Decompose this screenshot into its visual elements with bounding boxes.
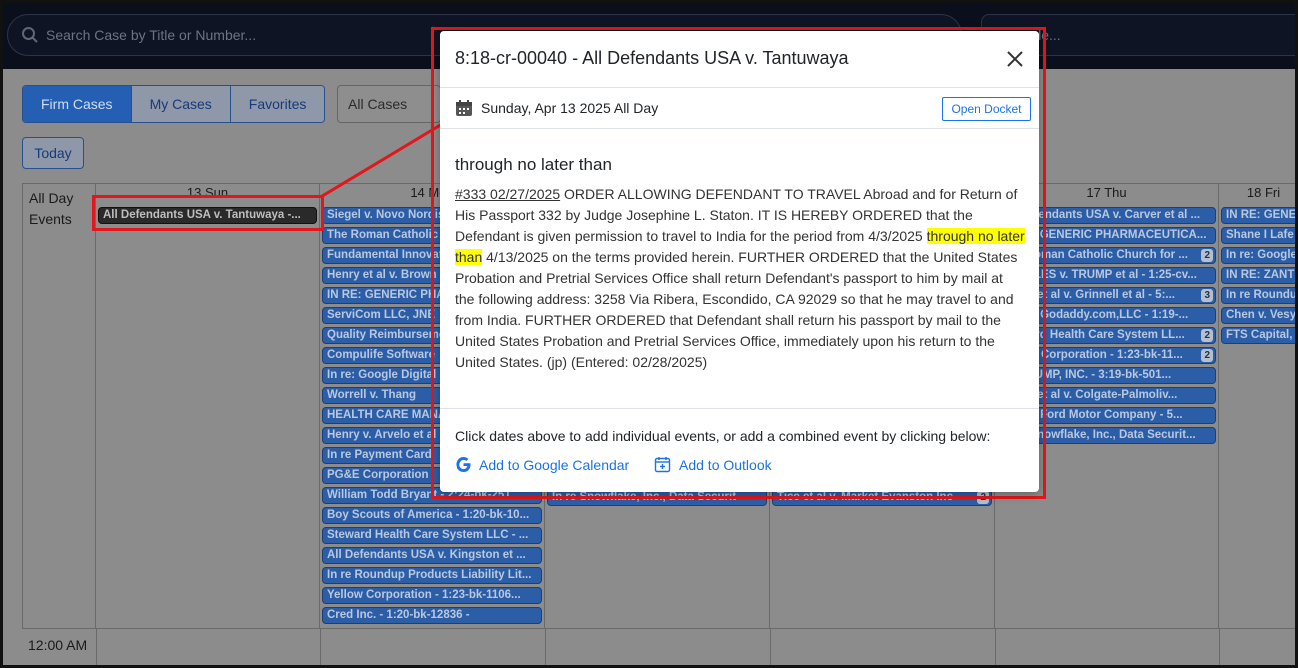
google-icon (455, 457, 472, 476)
event-subtitle: through no later than (455, 155, 612, 174)
modal-header: 8:18-cr-00040 - All Defendants USA v. Ta… (440, 31, 1039, 88)
search-placeholder: Search Case by Title or Number... (46, 27, 257, 43)
app-frame: Search Case by Title or Number... ...ode… (0, 0, 1298, 668)
annotation-highlight-event (92, 195, 324, 231)
event-detail-modal: 8:18-cr-00040 - All Defendants USA v. Ta… (440, 31, 1039, 492)
day-column[interactable]: 18 Fri IN RE: GENERIC Shane I Lafe In re: G… (1219, 184, 1297, 628)
event-title: Henry et al v. Brown (327, 269, 437, 281)
event-title: Worrell v. Thang (327, 389, 417, 401)
event-title: In re Roundup Products Liability Lit... (327, 569, 532, 581)
outlook-label: Add to Outlook (679, 457, 772, 473)
calendar-event[interactable]: Shane I Lafe (1221, 227, 1295, 244)
event-title: PG&E Corporation (327, 469, 429, 481)
event-title: In re: Google (1226, 249, 1297, 261)
modal-date-row: Sunday, Apr 13 2025 All Day Open Docket (440, 89, 1039, 129)
docket-entry-text: #333 02/27/2025 ORDER ALLOWING DEFENDANT… (455, 184, 1025, 373)
all-day-label-line1: All Day (29, 190, 74, 206)
event-title: Boy Scouts of America - 1:20-bk-10... (327, 509, 530, 521)
outlook-calendar-icon (654, 457, 671, 476)
modal-body: through no later than #333 02/27/2025 OR… (455, 130, 1025, 373)
event-title: Shane I Lafe (1226, 229, 1294, 241)
time-row: 12:00 AM (22, 628, 1295, 665)
footer-hint: Click dates above to add individual even… (455, 428, 991, 444)
event-title: IN RE: GENERIC (1226, 209, 1297, 221)
time-row-divider (320, 629, 321, 665)
calendar-event[interactable]: In re Roundu (1221, 287, 1297, 304)
event-date: Sunday, Apr 13 2025 All Day (481, 100, 659, 116)
event-title: In re Payment Card (327, 449, 432, 461)
time-row-divider (770, 629, 771, 665)
event-title: Chen v. Vesy (1226, 309, 1297, 321)
event-title: Henry v. Arvelo et al (327, 429, 437, 441)
day-column[interactable]: 13 Sun All Defendants USA v. Tantuwaya -.… (96, 184, 320, 628)
search-icon (21, 26, 39, 47)
time-row-divider (545, 629, 546, 665)
calendar-event[interactable]: FTS Capital, (1221, 327, 1295, 344)
event-title: Cred Inc. - 1:20-bk-12836 - (327, 609, 470, 621)
calendar-event[interactable]: All Defendants USA v. Kingston et ... (322, 547, 542, 564)
calendar-icon (455, 99, 473, 122)
event-title: In re: Google Digital (327, 369, 437, 381)
event-count-badge: 2 (1201, 249, 1213, 262)
calendar-event[interactable]: In re Roundup Products Liability Lit... (322, 567, 542, 584)
close-icon[interactable] (1005, 49, 1025, 69)
tab-favorites[interactable]: Favorites (230, 86, 325, 122)
google-calendar-label: Add to Google Calendar (479, 457, 630, 473)
event-title: In re Roundu (1226, 289, 1297, 301)
calendar-event[interactable]: Cred Inc. - 1:20-bk-12836 - (322, 607, 542, 624)
event-title: Yellow Corporation - 1:23-bk-1106... (327, 589, 521, 601)
event-count-badge: 2 (1201, 349, 1213, 362)
event-count-badge: 3 (1201, 289, 1213, 302)
add-to-outlook-link[interactable]: Add to Outlook (654, 456, 772, 476)
time-row-divider (96, 629, 97, 665)
today-button[interactable]: Today (22, 137, 84, 169)
event-title: IN RE: ZANT (1226, 269, 1295, 281)
modal-footer: Click dates above to add individual even… (440, 408, 1039, 492)
tab-firm-cases[interactable]: Firm Cases (23, 86, 132, 122)
time-row-divider (995, 629, 996, 665)
event-title: Steward Health Care System LLC - ... (327, 529, 529, 541)
entry-text-after: 4/13/2025 on the terms provided herein. … (455, 249, 1018, 370)
time-label: 12:00 AM (28, 637, 88, 653)
all-day-label-line2: Events (29, 211, 72, 227)
calendar-event[interactable]: Boy Scouts of America - 1:20-bk-10... (322, 507, 542, 524)
day-header[interactable]: 18 Fri (1219, 184, 1295, 204)
event-title: ServiCom LLC, JNE (327, 309, 435, 321)
calendar-event[interactable]: Yellow Corporation - 1:23-bk-1106... (322, 587, 542, 604)
calendar-event[interactable]: IN RE: ZANT (1221, 267, 1295, 284)
event-title: Compulife Software (327, 349, 435, 361)
event-title: All Defendants USA v. Kingston et ... (327, 549, 526, 561)
add-to-google-calendar-link[interactable]: Add to Google Calendar (455, 456, 629, 476)
calendar-event[interactable]: In re: Google (1221, 247, 1297, 264)
event-count-badge: 2 (1201, 329, 1213, 342)
case-scope-tabs: Firm Cases My Cases Favorites (22, 85, 326, 123)
docket-entry-link[interactable]: #333 02/27/2025 (455, 186, 560, 202)
time-row-divider (1219, 629, 1220, 665)
tab-my-cases[interactable]: My Cases (131, 86, 231, 122)
all-day-label: All Day Events (22, 184, 96, 628)
calendar-event[interactable]: IN RE: GENERIC (1221, 207, 1297, 224)
modal-title: 8:18-cr-00040 - All Defendants USA v. Ta… (455, 48, 849, 68)
case-filter-select[interactable]: All Cases (337, 85, 441, 123)
event-title: FTS Capital, (1226, 329, 1293, 341)
calendar-event[interactable]: Chen v. Vesy (1221, 307, 1297, 324)
calendar-event[interactable]: Steward Health Care System LLC - ... (322, 527, 542, 544)
open-docket-button[interactable]: Open Docket (942, 97, 1031, 121)
